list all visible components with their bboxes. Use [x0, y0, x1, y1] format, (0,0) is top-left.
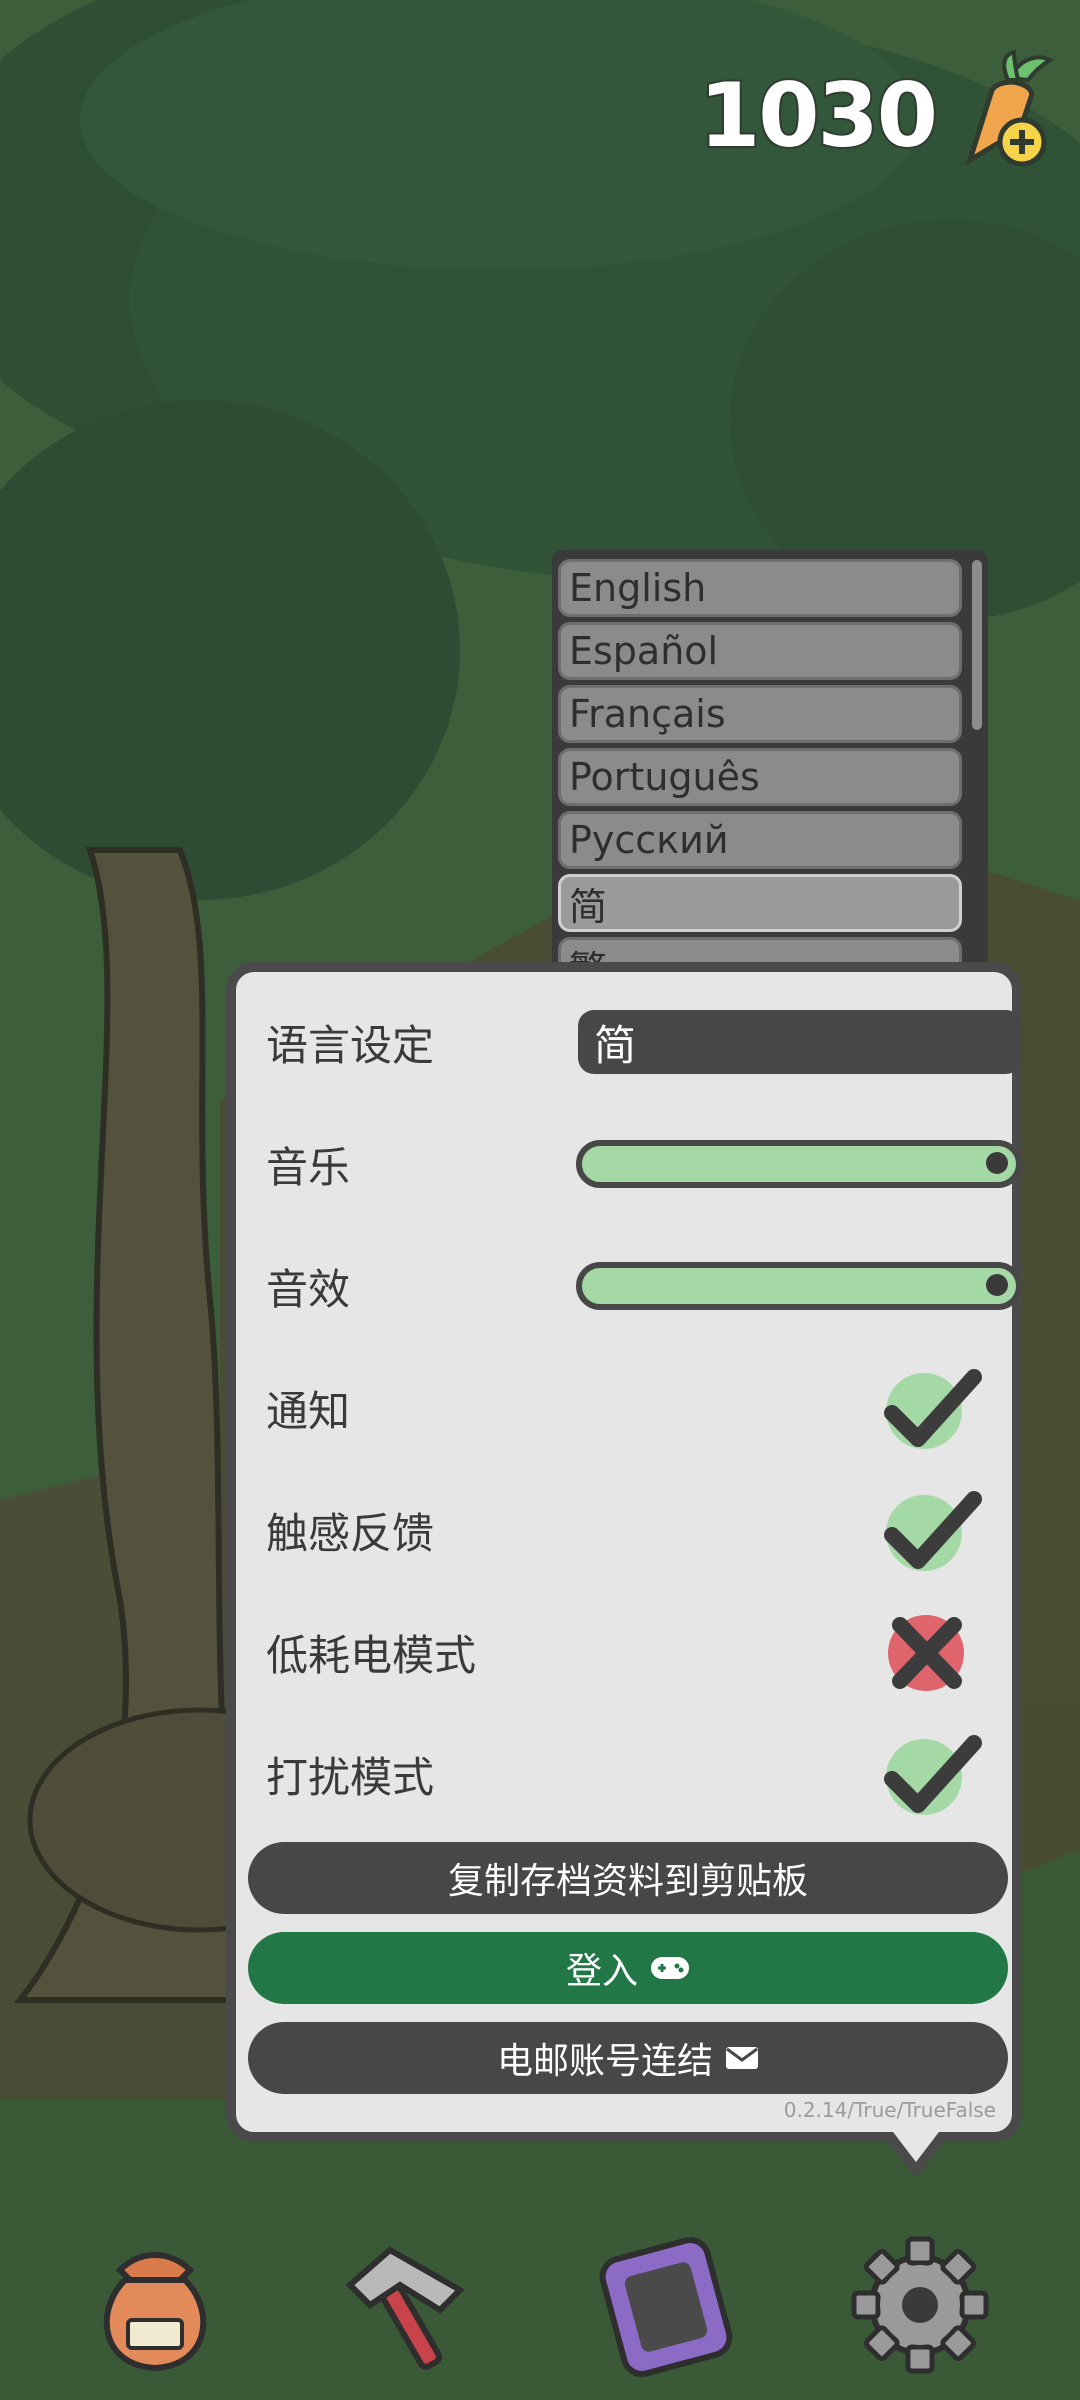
language-option-russian[interactable]: Русский — [558, 811, 962, 869]
language-option-french[interactable]: Français — [558, 685, 962, 743]
language-option-english[interactable]: English — [558, 559, 962, 617]
check-icon[interactable] — [882, 1485, 982, 1575]
dnd-label: 打扰模式 — [266, 1752, 435, 1802]
carrot-count: 1030 — [697, 62, 940, 169]
gear-icon[interactable] — [845, 2230, 995, 2380]
check-icon[interactable] — [882, 1363, 982, 1453]
settings-panel: 语言设定 简 音乐 音效 通知 触感反馈 低耗电模式 打扰模式 复制存档资料到剪… — [226, 962, 1022, 2142]
music-slider[interactable] — [576, 1140, 1022, 1188]
check-icon[interactable] — [882, 1729, 982, 1819]
haptics-row: 触感反馈 — [266, 1480, 982, 1580]
language-list-scrollbar[interactable] — [972, 560, 982, 730]
panel-pointer-inner — [890, 2128, 942, 2162]
login-label: 登入 — [565, 1951, 638, 1992]
hammer-icon[interactable] — [330, 2230, 480, 2380]
language-option-portuguese[interactable]: Português — [558, 748, 962, 806]
gamepad-icon — [651, 1957, 689, 1979]
language-select[interactable]: 简 — [578, 1010, 1022, 1074]
bag-icon[interactable] — [80, 2230, 230, 2380]
carrot-plus-icon[interactable] — [950, 50, 1060, 180]
dnd-row: 打扰模式 — [266, 1724, 982, 1824]
sfx-label: 音效 — [266, 1264, 351, 1314]
language-dropdown-list[interactable]: English Español Français Português Русск… — [552, 550, 988, 990]
haptics-label: 触感反馈 — [266, 1508, 435, 1558]
login-button[interactable]: 登入 — [248, 1932, 1008, 2004]
low-power-row: 低耗电模式 — [266, 1602, 982, 1702]
tablet-icon[interactable] — [590, 2230, 740, 2380]
cross-icon[interactable] — [882, 1607, 982, 1697]
email-link-button[interactable]: 电邮账号连结 — [248, 2022, 1008, 2094]
currency-display: 1030 — [697, 50, 1060, 180]
envelope-icon — [726, 2047, 758, 2069]
sfx-slider-knob[interactable] — [986, 1274, 1008, 1296]
music-row: 音乐 — [266, 1114, 1022, 1214]
language-option-spanish[interactable]: Español — [558, 622, 962, 680]
language-option-simplified-chinese[interactable]: 简 — [558, 874, 962, 932]
low-power-label: 低耗电模式 — [266, 1630, 477, 1680]
notifications-row: 通知 — [266, 1358, 982, 1458]
notifications-label: 通知 — [266, 1386, 351, 1436]
copy-save-label: 复制存档资料到剪贴板 — [447, 1861, 808, 1902]
music-slider-knob[interactable] — [986, 1152, 1008, 1174]
version-text: 0.2.14/True/TrueFalse — [783, 2098, 996, 2122]
sfx-row: 音效 — [266, 1236, 1022, 1336]
copy-save-button[interactable]: 复制存档资料到剪贴板 — [248, 1842, 1008, 1914]
music-label: 音乐 — [266, 1142, 351, 1192]
email-link-label: 电邮账号连结 — [496, 2041, 713, 2082]
sfx-slider[interactable] — [576, 1262, 1022, 1310]
language-row: 语言设定 简 — [266, 992, 1022, 1092]
language-label: 语言设定 — [266, 1020, 435, 1070]
